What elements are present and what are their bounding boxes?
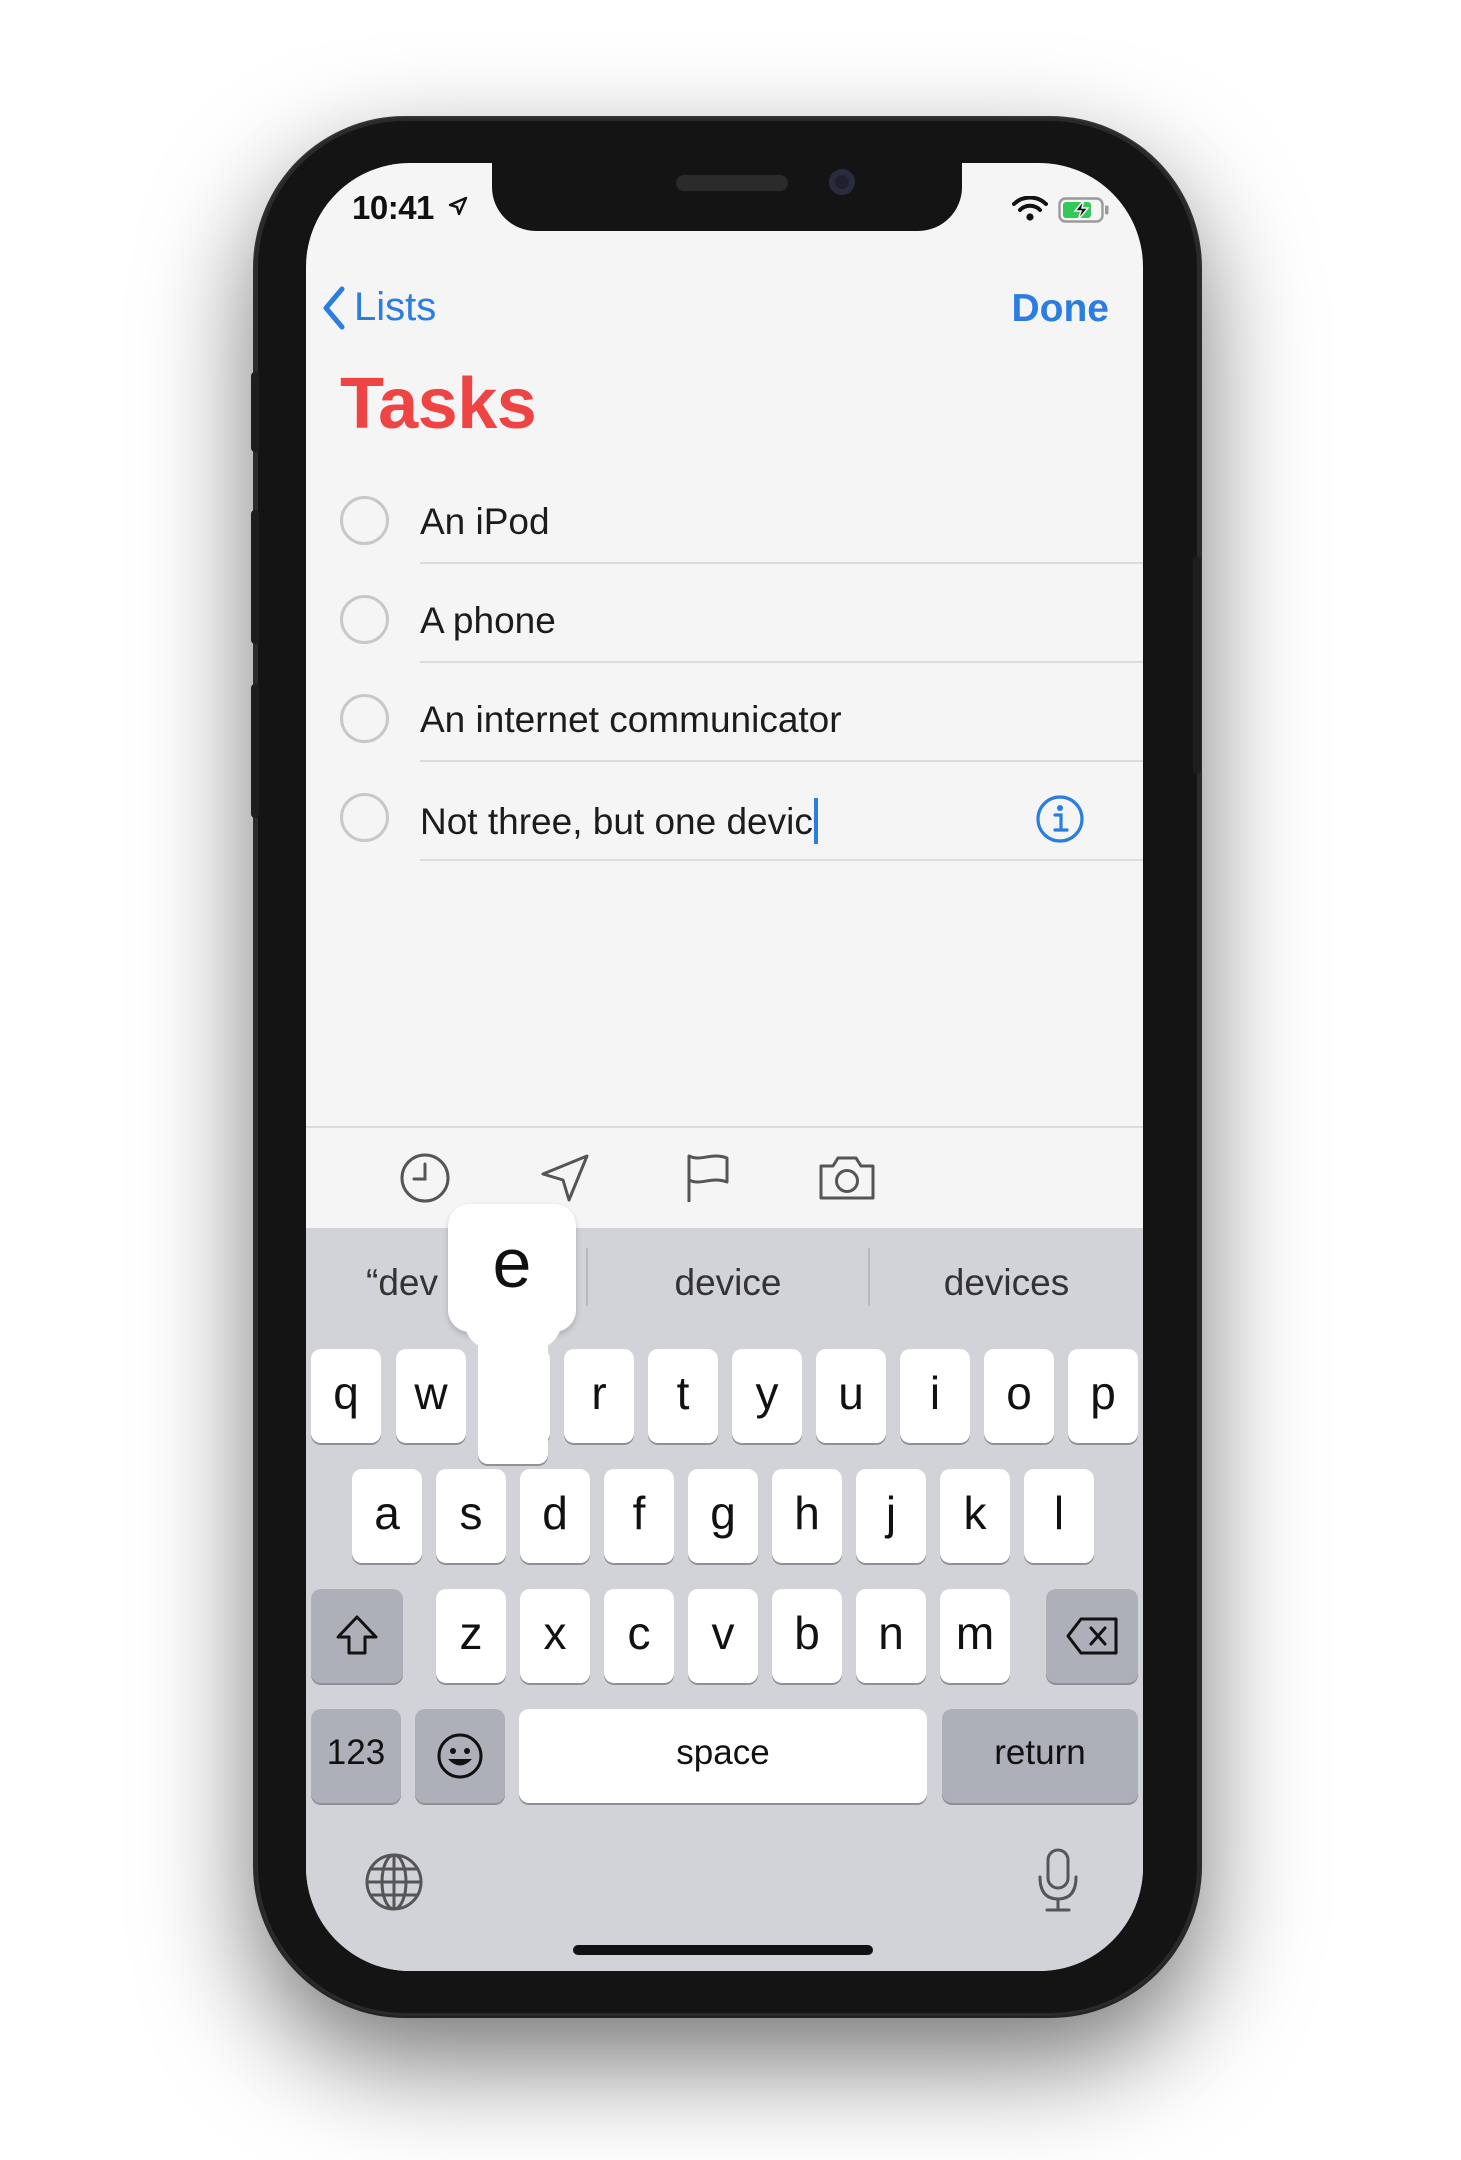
return-key[interactable]: return xyxy=(942,1709,1138,1803)
task-row[interactable]: An internet communicator xyxy=(306,663,1143,762)
back-button[interactable]: Lists xyxy=(322,285,436,330)
key-k[interactable]: k xyxy=(940,1469,1010,1563)
status-time: 10:41 xyxy=(352,189,434,226)
key-u[interactable]: u xyxy=(816,1349,886,1443)
key-i[interactable]: i xyxy=(900,1349,970,1443)
delete-key[interactable] xyxy=(1046,1589,1138,1683)
task-text[interactable]: An internet communicator xyxy=(420,699,842,741)
done-button[interactable]: Done xyxy=(1012,287,1110,331)
key-q[interactable]: q xyxy=(311,1349,381,1443)
key-popup-preview: e xyxy=(448,1204,576,1332)
key-l[interactable]: l xyxy=(1024,1469,1094,1563)
key-popup-stem xyxy=(478,1318,548,1464)
key-f[interactable]: f xyxy=(604,1469,674,1563)
text-cursor xyxy=(813,798,818,844)
key-r[interactable]: r xyxy=(564,1349,634,1443)
list-title: Tasks xyxy=(340,364,537,444)
key-y[interactable]: y xyxy=(732,1349,802,1443)
emoji-key[interactable] xyxy=(415,1709,505,1803)
emoji-icon xyxy=(437,1733,483,1779)
camera-icon[interactable] xyxy=(817,1152,877,1204)
key-s[interactable]: s xyxy=(436,1469,506,1563)
shift-arrow-icon xyxy=(336,1615,378,1655)
key-c[interactable]: c xyxy=(604,1589,674,1683)
task-checkbox[interactable] xyxy=(340,595,389,644)
key-o[interactable]: o xyxy=(984,1349,1054,1443)
info-icon[interactable] xyxy=(1035,794,1085,844)
key-n[interactable]: n xyxy=(856,1589,926,1683)
notch xyxy=(492,163,962,231)
suggestion-devices[interactable]: devices xyxy=(870,1262,1143,1304)
shift-key[interactable] xyxy=(311,1589,403,1683)
task-checkbox[interactable] xyxy=(340,496,389,545)
front-camera xyxy=(829,169,855,195)
phone-screen: 10:41 Lists Done Tasks An iPod A phone A… xyxy=(306,163,1143,1971)
key-h[interactable]: h xyxy=(772,1469,842,1563)
task-text[interactable]: An iPod xyxy=(420,501,550,543)
earpiece-speaker xyxy=(676,175,788,191)
clock-icon[interactable] xyxy=(399,1152,451,1204)
volume-up-button xyxy=(251,510,259,644)
key-a[interactable]: a xyxy=(352,1469,422,1563)
microphone-icon[interactable] xyxy=(1035,1847,1081,1913)
battery-charging-icon xyxy=(1058,197,1109,223)
space-key[interactable]: space xyxy=(519,1709,927,1803)
task-row[interactable]: An iPod xyxy=(306,465,1143,564)
key-b[interactable]: b xyxy=(772,1589,842,1683)
key-d[interactable]: d xyxy=(520,1469,590,1563)
backspace-icon xyxy=(1066,1617,1118,1655)
task-checkbox[interactable] xyxy=(340,694,389,743)
volume-down-button xyxy=(251,684,259,818)
location-services-icon xyxy=(448,196,468,216)
power-button xyxy=(1193,556,1201,774)
key-t[interactable]: t xyxy=(648,1349,718,1443)
suggestion-device[interactable]: device xyxy=(588,1262,868,1304)
task-text-field[interactable]: Not three, but one devic xyxy=(420,798,818,844)
home-indicator[interactable] xyxy=(573,1945,873,1955)
key-x[interactable]: x xyxy=(520,1589,590,1683)
key-j[interactable]: j xyxy=(856,1469,926,1563)
key-w[interactable]: w xyxy=(396,1349,466,1443)
keyboard: “dev device devices e q w r t y u i o p … xyxy=(306,1204,1143,1971)
key-g[interactable]: g xyxy=(688,1469,758,1563)
numbers-key[interactable]: 123 xyxy=(311,1709,401,1803)
key-m[interactable]: m xyxy=(940,1589,1010,1683)
task-checkbox[interactable] xyxy=(340,793,389,842)
task-text[interactable]: A phone xyxy=(420,600,556,642)
mute-switch xyxy=(251,372,259,452)
task-row[interactable]: A phone xyxy=(306,564,1143,663)
key-v[interactable]: v xyxy=(688,1589,758,1683)
wifi-icon xyxy=(1012,196,1048,221)
reminder-toolbar xyxy=(306,1126,1143,1228)
row-divider xyxy=(420,859,1143,861)
key-p[interactable]: p xyxy=(1068,1349,1138,1443)
flag-icon[interactable] xyxy=(681,1152,733,1204)
task-text-value: Not three, but one devic xyxy=(420,801,813,842)
location-arrow-icon[interactable] xyxy=(539,1152,591,1204)
back-button-label: Lists xyxy=(354,285,437,329)
chevron-left-icon xyxy=(323,286,345,329)
globe-icon[interactable] xyxy=(363,1851,425,1913)
key-z[interactable]: z xyxy=(436,1589,506,1683)
task-row-editing[interactable]: Not three, but one devic xyxy=(306,762,1143,861)
